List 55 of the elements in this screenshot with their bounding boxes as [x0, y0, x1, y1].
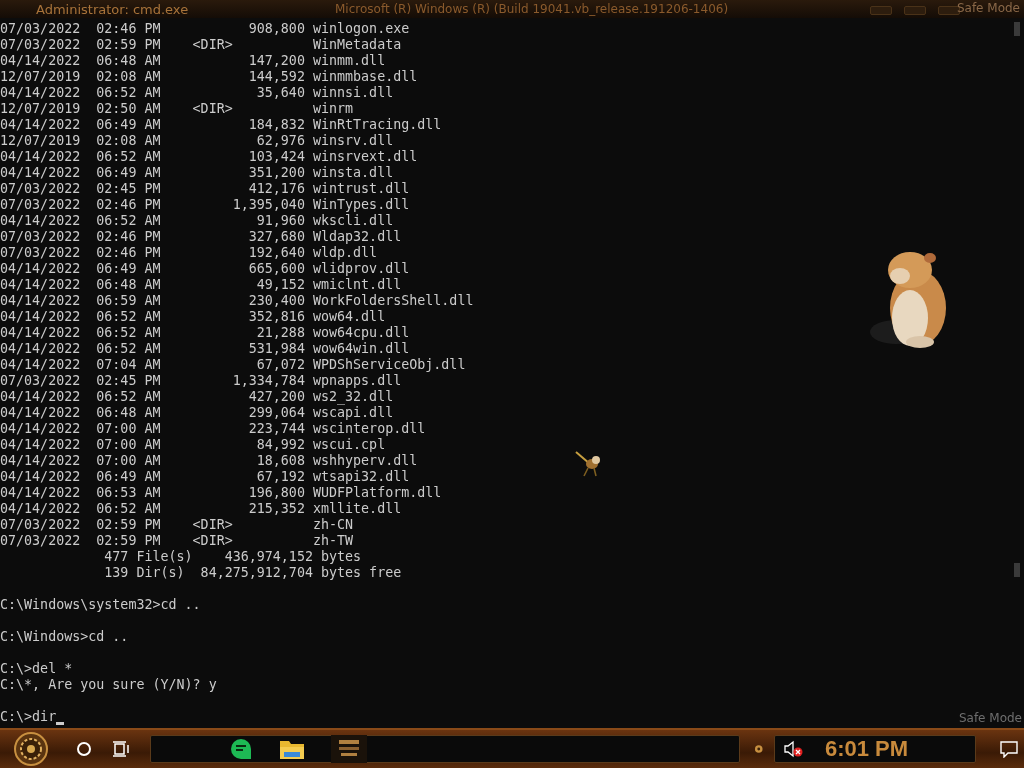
console-line: 07/03/2022 02:59 PM <DIR> zh-CN	[0, 517, 354, 533]
console-line: 07/03/2022 02:45 PM 1,334,784 wpnapps.dll	[0, 373, 402, 389]
console-line: 04/14/2022 06:52 AM 215,352 xmllite.dll	[0, 501, 402, 517]
console-line: 04/14/2022 06:59 AM 230,400 WorkFoldersShell.dll	[0, 293, 474, 309]
console-line: 04/14/2022 06:52 AM 427,200 ws2_32.dll	[0, 389, 394, 405]
scroll-thumb[interactable]	[1014, 563, 1020, 577]
console-line: 04/14/2022 06:52 AM 352,816 wow64.dll	[0, 309, 386, 325]
console-line: 04/14/2022 06:48 AM 49,152 wmiclnt.dll	[0, 277, 402, 293]
console-line: 139 Dir(s) 84,275,912,704 bytes free	[103, 565, 402, 581]
notification-button[interactable]	[1000, 740, 1018, 758]
safe-mode-label: Safe Mode	[958, 711, 1022, 725]
search-button[interactable]	[76, 741, 92, 757]
console-line: 04/14/2022 06:52 AM 21,288 wow64cpu.dll	[0, 325, 410, 341]
console-line: 04/14/2022 06:49 AM 67,192 wtsapi32.dll	[0, 469, 410, 485]
console-line: 04/14/2022 06:52 AM 91,960 wkscli.dll	[0, 213, 394, 229]
folder-icon[interactable]	[279, 738, 305, 760]
console-line: C:\>del *	[0, 661, 73, 677]
console-line: 04/14/2022 06:49 AM 184,832 WinRtTracing.dll	[0, 117, 442, 133]
console-line: 04/14/2022 06:52 AM 103,424 winsrvext.dll	[0, 149, 418, 165]
console-line: 04/14/2022 07:00 AM 18,608 wshhyperv.dll	[0, 453, 418, 469]
task-view-button[interactable]	[112, 741, 130, 757]
console-line: 04/14/2022 06:48 AM 299,064 wscapi.dll	[0, 405, 394, 421]
console-line: 477 File(s) 436,974,152 bytes	[103, 549, 362, 565]
console-line: 04/14/2022 07:00 AM 223,744 wscinterop.dll	[0, 421, 426, 437]
console-line: 04/14/2022 06:52 AM 35,640 winnsi.dll	[0, 85, 394, 101]
console-line: 12/07/2019 02:50 AM <DIR> winrm	[0, 101, 354, 117]
build-info: Microsoft (R) Windows (R) (Build 19041.vb_release.191206-1406)	[335, 2, 729, 16]
console-line: C:\Windows\system32>cd ..	[0, 597, 201, 613]
clock[interactable]: 6:01 PM	[824, 736, 909, 762]
gear-icon[interactable]	[754, 744, 764, 754]
console-line: 12/07/2019 02:08 AM 144,592 winmmbase.dll	[0, 69, 418, 85]
console-line: 07/03/2022 02:46 PM 327,680 Wldap32.dll	[0, 229, 402, 245]
console-line: C:\*, Are you sure (Y/N)? y	[0, 677, 217, 693]
console-line: 04/14/2022 06:52 AM 531,984 wow64win.dll	[0, 341, 410, 357]
console-line: 04/14/2022 06:48 AM 147,200 winmm.dll	[0, 53, 386, 69]
console-line: 04/14/2022 07:04 AM 67,072 WPDShServiceObj.dll	[0, 357, 466, 373]
console-line: 04/14/2022 06:53 AM 196,800 WUDFPlatform.dll	[0, 485, 442, 501]
console-line: 07/03/2022 02:46 PM 192,640 wldp.dll	[0, 245, 378, 261]
chat-app-icon[interactable]	[229, 737, 253, 761]
console-line: 07/03/2022 02:45 PM 412,176 wintrust.dll	[0, 181, 410, 197]
window-title: Administrator: cmd.exe	[36, 1, 189, 17]
console-line: 04/14/2022 06:49 AM 351,200 winsta.dll	[0, 165, 394, 181]
console-line: 07/03/2022 02:59 PM <DIR> zh-TW	[0, 533, 354, 549]
command-prompt[interactable]: C:\>dir	[0, 709, 57, 725]
console-line: 07/03/2022 02:59 PM <DIR> WinMetadata	[0, 37, 402, 53]
console-line: C:\Windows>cd ..	[0, 629, 129, 645]
console-line: 04/14/2022 06:49 AM 665,600 wlidprov.dll	[0, 261, 410, 277]
safe-mode-label: Safe Mode	[956, 1, 1020, 15]
console-line: 07/03/2022 02:46 PM 908,800 winlogon.exe	[0, 21, 410, 37]
volume-button[interactable]	[782, 740, 803, 758]
console-line: 12/07/2019 02:08 AM 62,976 winsrv.dll	[0, 133, 394, 149]
console-line: 04/14/2022 07:00 AM 84,992 wscui.cpl	[0, 437, 386, 453]
console-line: 07/03/2022 02:46 PM 1,395,040 WinTypes.dll	[0, 197, 410, 213]
app-icon[interactable]	[331, 735, 367, 763]
scroll-thumb[interactable]	[1014, 22, 1020, 36]
